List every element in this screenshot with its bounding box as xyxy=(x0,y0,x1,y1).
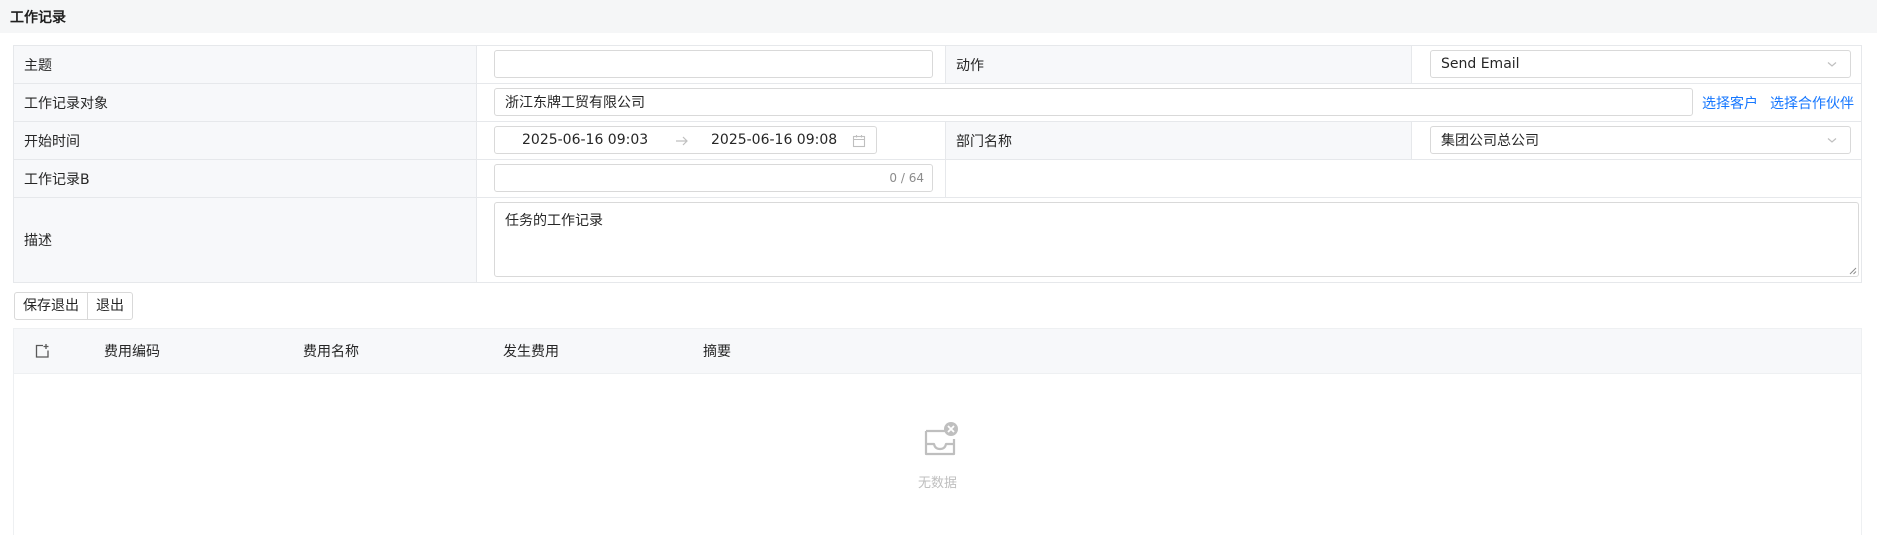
work-record-form: 主题 动作 Send Email 工作记录对象 浙江东牌工贸有限公司 选择客户 xyxy=(13,45,1862,283)
form-row-start-time: 开始时间 2025-06-16 09:03 2025-06-16 09:08 部… xyxy=(14,122,1861,160)
description-label-cell: 描述 xyxy=(14,198,477,282)
table-header: 费用编码 费用名称 发生费用 摘要 xyxy=(14,329,1861,374)
target-label-cell: 工作记录对象 xyxy=(14,84,477,121)
target-input-value: 浙江东牌工贸有限公司 xyxy=(505,95,645,111)
column-header-summary[interactable]: 摘要 xyxy=(703,341,731,361)
expense-table: 费用编码 费用名称 发生费用 摘要 无数据 xyxy=(13,328,1862,535)
target-control-cell: 浙江东牌工贸有限公司 选择客户 选择合作伙伴 xyxy=(477,84,1861,121)
subject-label: 主题 xyxy=(24,57,52,74)
target-label: 工作记录对象 xyxy=(24,95,108,112)
subject-control-cell xyxy=(477,46,946,83)
save-exit-button[interactable]: 保存退出 xyxy=(14,292,88,320)
subject-label-cell: 主题 xyxy=(14,46,477,83)
target-input[interactable]: 浙江东牌工贸有限公司 xyxy=(494,88,1693,116)
form-row-subject: 主题 动作 Send Email xyxy=(14,46,1861,84)
empty-state-text: 无数据 xyxy=(917,476,957,491)
department-control-cell: 集团公司总公司 xyxy=(1412,122,1861,159)
subject-input[interactable] xyxy=(494,50,933,78)
action-select[interactable]: Send Email xyxy=(1430,50,1851,78)
exit-button[interactable]: 退出 xyxy=(87,292,133,320)
select-partner-link[interactable]: 选择合作伙伴 xyxy=(1770,93,1854,113)
column-header-expense-name[interactable]: 费用名称 xyxy=(303,341,359,361)
record-b-empty-cell xyxy=(946,160,1861,197)
character-counter: 0 / 64 xyxy=(889,171,924,185)
add-column-icon[interactable] xyxy=(34,343,50,359)
column-header-amount[interactable]: 发生费用 xyxy=(503,341,559,361)
date-range-start[interactable]: 2025-06-16 09:03 xyxy=(522,132,648,148)
resize-handle-icon[interactable] xyxy=(1849,267,1857,275)
arrow-right-icon xyxy=(676,136,688,146)
start-time-label-cell: 开始时间 xyxy=(14,122,477,159)
page-header: 工作记录 xyxy=(0,0,1877,33)
form-action-buttons: 保存退出 退出 xyxy=(14,292,133,320)
record-b-input[interactable]: 0 / 64 xyxy=(494,164,933,192)
chevron-down-icon xyxy=(1827,138,1837,143)
record-b-label-cell: 工作记录B xyxy=(14,160,477,197)
chevron-down-icon xyxy=(1827,62,1837,67)
action-label-cell: 动作 xyxy=(946,46,1412,83)
date-range-picker[interactable]: 2025-06-16 09:03 2025-06-16 09:08 xyxy=(494,126,877,154)
department-label: 部门名称 xyxy=(956,133,1012,150)
description-textarea-value: 任务的工作记录 xyxy=(505,213,603,229)
form-row-description: 描述 任务的工作记录 xyxy=(14,198,1861,282)
page-title: 工作记录 xyxy=(10,10,66,26)
department-select-value: 集团公司总公司 xyxy=(1441,133,1539,149)
description-control-cell: 任务的工作记录 xyxy=(477,198,1861,282)
date-range-end[interactable]: 2025-06-16 09:08 xyxy=(711,132,837,148)
empty-inbox-icon xyxy=(924,422,958,456)
action-label: 动作 xyxy=(956,57,984,74)
action-control-cell: Send Email xyxy=(1412,46,1861,83)
column-header-expense-code[interactable]: 费用编码 xyxy=(104,341,160,361)
record-b-control-cell: 0 / 64 xyxy=(477,160,946,197)
start-time-control-cell: 2025-06-16 09:03 2025-06-16 09:08 xyxy=(477,122,946,159)
select-customer-link[interactable]: 选择客户 xyxy=(1702,93,1758,113)
start-time-label: 开始时间 xyxy=(24,133,80,150)
description-textarea[interactable]: 任务的工作记录 xyxy=(494,202,1859,277)
record-b-label: 工作记录B xyxy=(24,171,90,188)
department-label-cell: 部门名称 xyxy=(946,122,1412,159)
department-select[interactable]: 集团公司总公司 xyxy=(1430,126,1851,154)
form-row-target: 工作记录对象 浙江东牌工贸有限公司 选择客户 选择合作伙伴 xyxy=(14,84,1861,122)
form-row-record-b: 工作记录B 0 / 64 xyxy=(14,160,1861,198)
action-select-value: Send Email xyxy=(1441,56,1520,72)
description-label: 描述 xyxy=(24,233,52,249)
calendar-icon xyxy=(852,135,866,148)
table-empty-state: 无数据 xyxy=(14,375,1861,535)
